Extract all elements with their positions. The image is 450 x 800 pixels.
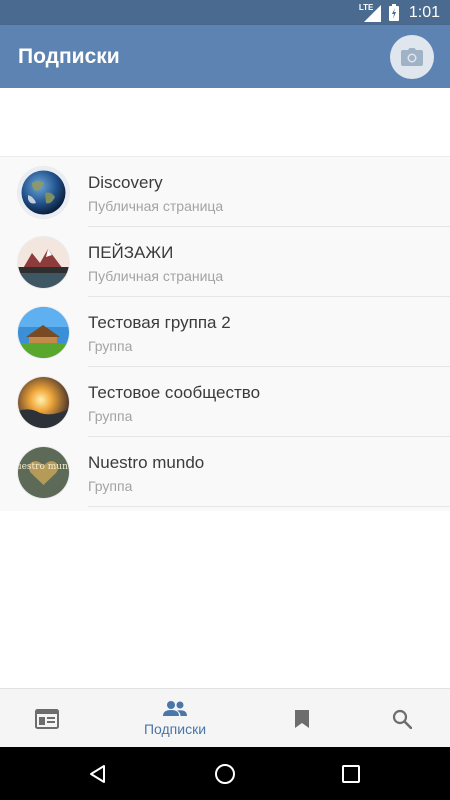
earth-globe-icon	[18, 167, 69, 218]
back-button[interactable]	[85, 761, 111, 787]
recents-button[interactable]	[338, 761, 364, 787]
svg-text:Nuestro mundo: Nuestro mundo	[18, 462, 69, 472]
group-type: Группа	[88, 338, 133, 354]
list-item[interactable]: Nuestro mundo Nuestro mundo Группа	[0, 437, 450, 507]
status-icons: LTE 1:01	[358, 2, 440, 22]
back-icon	[90, 765, 105, 783]
group-name: Discovery	[88, 173, 163, 192]
group-type: Группа	[88, 478, 133, 494]
tab-bookmarks[interactable]	[252, 689, 352, 748]
home-button[interactable]	[212, 761, 238, 787]
avatar	[18, 167, 69, 218]
avatar	[18, 237, 69, 288]
group-name: Тестовое сообщество	[88, 383, 261, 402]
list-item[interactable]: Тестовое сообщество Группа	[0, 367, 450, 437]
recents-icon	[342, 765, 360, 783]
home-icon	[215, 764, 235, 784]
battery-icon	[388, 4, 399, 21]
group-type: Публичная страница	[88, 268, 224, 284]
news-icon	[35, 708, 59, 729]
heart-logo-icon: Nuestro mundo	[18, 447, 69, 498]
list-item[interactable]: ПЕЙЗАЖИ Публичная страница	[0, 227, 450, 297]
list-item[interactable]: Discovery Публичная страница	[0, 157, 450, 227]
tab-search[interactable]	[352, 689, 450, 748]
mountain-landscape-icon	[18, 237, 69, 288]
network-type: LTE	[358, 2, 374, 12]
bottom-nav: Подписки	[0, 688, 450, 747]
divider	[88, 506, 450, 507]
signal-icon: LTE	[358, 2, 381, 22]
group-name: Nuestro mundo	[88, 453, 205, 472]
search-icon	[392, 709, 412, 729]
status-bar: LTE 1:01	[0, 0, 450, 25]
sunset-icon	[18, 377, 69, 428]
subscriptions-list: Discovery Публичная страница ПЕЙЗАЖИ Пуб…	[0, 156, 450, 511]
bookmark-icon	[295, 709, 309, 728]
tab-news[interactable]	[0, 689, 97, 748]
tab-subscriptions[interactable]: Подписки	[125, 689, 225, 748]
camera-icon	[401, 48, 423, 66]
page-title: Подписки	[18, 44, 120, 68]
avatar: Nuestro mundo	[18, 447, 69, 498]
list-item[interactable]: Тестовая группа 2 Группа	[0, 297, 450, 367]
avatar	[18, 307, 69, 358]
people-icon	[163, 700, 187, 716]
house-on-field-icon	[18, 307, 69, 358]
group-type: Публичная страница	[88, 198, 224, 214]
app-bar: Подписки	[0, 25, 450, 88]
group-type: Группа	[88, 408, 133, 424]
system-nav-bar	[0, 747, 450, 800]
avatar	[18, 377, 69, 428]
tab-label: Подписки	[143, 720, 207, 737]
empty-area	[0, 88, 450, 154]
group-name: Тестовая группа 2	[88, 313, 231, 332]
group-name: ПЕЙЗАЖИ	[88, 243, 174, 262]
camera-button[interactable]	[390, 35, 434, 79]
clock: 1:01	[408, 3, 440, 21]
